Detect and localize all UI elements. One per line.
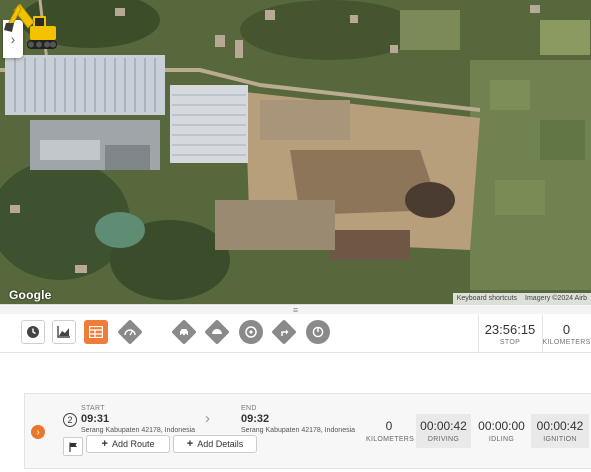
excavator-marker-icon[interactable] [0,0,58,52]
end-time: 09:32 [241,413,270,425]
stop-duration: 23:56:15 STOP [478,314,542,352]
plus-icon: + [186,438,194,450]
idling-value: 00:00:00 [478,419,525,433]
steering-icon[interactable] [239,320,263,344]
trip-kilometers: 0 KILOMETERS [366,414,415,448]
ignition-label: IGNITION [543,436,577,443]
add-details-label: Add Details [197,439,244,449]
start-address: Serang Kabupaten 42178, Indonesia [81,427,196,434]
driving-label: DRIVING [427,436,460,443]
stop-time-value: 23:56:15 [484,322,536,337]
plus-icon: + [101,438,108,450]
car-icon[interactable] [172,320,196,344]
flag-button[interactable] [63,437,83,456]
start-time: 09:31 [81,413,110,425]
trip-number-badge: 2 [63,413,77,427]
idling-duration: 00:00:00 IDLING [474,414,529,448]
kilometers-value: 0 [562,322,571,337]
flag-icon [68,442,77,452]
imagery-credit: Imagery ©2024 Airb [525,295,587,302]
chevron-right-icon: › [36,426,40,438]
add-route-label: Add Route [111,439,155,449]
end-label: END [241,405,257,412]
add-details-button[interactable]: + Add Details [173,435,257,453]
google-logo: Google [9,288,52,302]
expand-trip-button[interactable]: › [31,425,45,439]
drag-grip-icon: ≡ [292,305,299,315]
trip-toolbar: 23:56:15 STOP 0 KILOMETERS [0,314,591,353]
arrow-right-icon: › [205,410,210,427]
stop-label: STOP [499,339,521,346]
ignition-value: 00:00:42 [536,419,584,433]
add-route-button[interactable]: + Add Route [86,435,170,453]
driving-duration: 00:00:42 DRIVING [416,414,471,448]
toolbar-kilometers: 0 KILOMETERS [542,314,591,352]
ignition-icon[interactable] [306,320,330,344]
end-address: Serang Kabupaten 42178, Indonesia [241,427,356,434]
trip-kilometers-value: 0 [385,419,393,433]
ignition-duration: 00:00:42 IGNITION [531,414,589,448]
driving-value: 00:00:42 [420,419,467,433]
brake-icon[interactable] [205,320,229,344]
grid-icon[interactable] [84,320,108,344]
clock-icon[interactable] [21,320,45,344]
kilometers-label: KILOMETERS [542,339,591,346]
gauge-icon[interactable] [118,320,142,344]
keyboard-shortcuts-link[interactable]: Keyboard shortcuts [457,295,517,302]
trip-kilometers-label: KILOMETERS [366,436,415,443]
map-view[interactable]: › Google Keyboard shortcuts Imagery ©202… [0,0,591,304]
map-attribution: Keyboard shortcuts Imagery ©2024 Airb [452,293,591,304]
start-label: START [81,405,105,412]
route-turn-icon[interactable] [272,320,296,344]
trip-card[interactable]: › 2 START 09:31 Serang Kabupaten 42178, … [24,393,591,469]
chart-icon[interactable] [52,320,76,344]
idling-label: IDLING [488,436,515,443]
satellite-imagery [0,0,591,304]
